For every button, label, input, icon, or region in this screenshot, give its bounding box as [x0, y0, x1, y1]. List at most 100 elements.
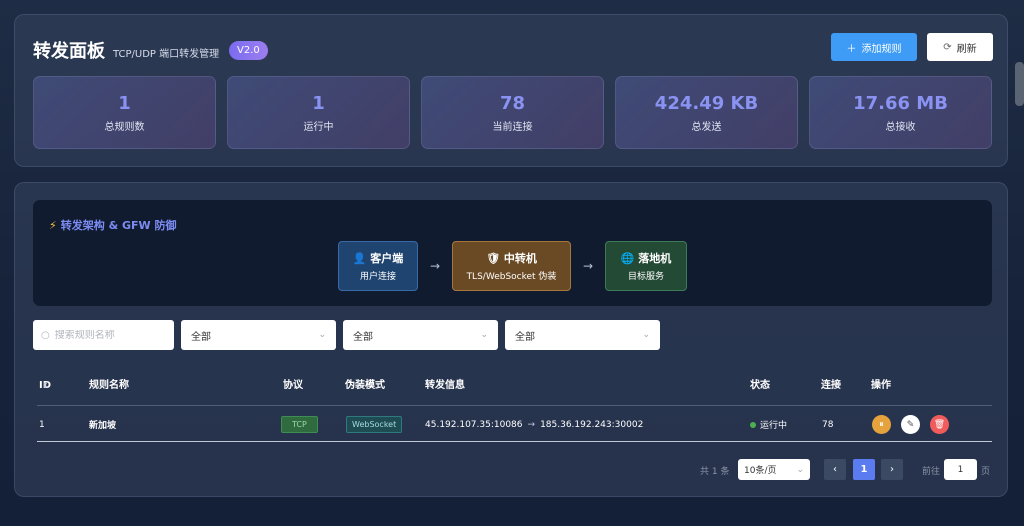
- pause-icon[interactable]: ⏸: [872, 415, 891, 434]
- add-rule-button[interactable]: ＋ 添加规则: [831, 33, 917, 61]
- cell-protocol: TCP: [281, 406, 318, 443]
- stat-label: 运行中: [303, 121, 334, 133]
- shield-icon: 🛡: [486, 252, 501, 265]
- node-client: 👤 客户端 用户连接: [338, 241, 418, 291]
- stat-value: 1: [118, 92, 131, 114]
- filter-select-2[interactable]: 全部 ⌄: [343, 320, 498, 350]
- node-landing-name: 🌐 落地机: [621, 250, 672, 266]
- node-relay-label: 中转机: [503, 252, 537, 265]
- node-landing-label: 落地机: [638, 252, 672, 265]
- goto-suffix: 页: [981, 466, 991, 477]
- next-page-button[interactable]: ›: [881, 459, 903, 480]
- cell-id: 1: [39, 419, 45, 430]
- col-header-connections: 连接: [821, 380, 841, 391]
- node-client-label: 客户端: [370, 252, 404, 265]
- page-title: 转发面板: [33, 41, 105, 62]
- cell-actions: ⏸ ✎ 🗑: [872, 406, 959, 443]
- page-subtitle: TCP/UDP 端口转发管理: [113, 49, 220, 60]
- filter-select-2-value: 全部: [353, 331, 373, 343]
- scrollbar-thumb[interactable]: [1015, 62, 1024, 106]
- goto-page-input[interactable]: [944, 459, 977, 480]
- page-number-button[interactable]: 1: [853, 459, 875, 480]
- refresh-label: 刷新: [956, 43, 977, 55]
- cell-name: 新加坡: [89, 421, 117, 431]
- chevron-down-icon: ⌄: [796, 464, 804, 475]
- stat-label: 当前连接: [492, 121, 533, 133]
- status-dot: [750, 421, 756, 428]
- architecture-title-text: 转发架构 & GFW 防御: [60, 219, 177, 232]
- globe-icon: 🌐: [620, 252, 635, 265]
- col-header-protocol: 协议: [283, 380, 303, 391]
- status-text: 运行中: [760, 421, 788, 431]
- stat-received: 17.66 MB 总接收: [809, 76, 992, 149]
- stat-total-rules: 1 总规则数: [33, 76, 216, 149]
- architecture-panel: ⚡ 转发架构 & GFW 防御 👤 客户端 用户连接 → 🛡 中转机 TLS/We…: [33, 200, 992, 306]
- version-badge: V2.0: [229, 41, 268, 60]
- pagination-total: 共 1 条: [700, 466, 730, 477]
- architecture-flow: 👤 客户端 用户连接 → 🛡 中转机 TLS/WebSocket 伪装 → 🌐 …: [338, 241, 687, 291]
- cell-connections: 78: [822, 419, 834, 430]
- header-card: 转发面板 TCP/UDP 端口转发管理 V2.0 ＋ 添加规则 ⟳ 刷新 1 总…: [14, 14, 1008, 167]
- rules-card: ⚡ 转发架构 & GFW 防御 👤 客户端 用户连接 → 🛡 中转机 TLS/We…: [14, 182, 1008, 497]
- goto-prefix: 前往: [922, 466, 941, 477]
- sort-icon[interactable]: ⇕: [42, 379, 49, 393]
- page-size-select[interactable]: 10条/页 ⌄: [738, 459, 810, 480]
- node-relay: 🛡 中转机 TLS/WebSocket 伪装: [452, 241, 571, 291]
- node-landing-desc: 目标服务: [627, 272, 664, 282]
- node-client-name: 👤 客户端: [353, 250, 404, 266]
- col-header-name: 规则名称: [89, 380, 129, 391]
- filter-select-1-value: 全部: [191, 331, 211, 343]
- cell-status: 运行中: [750, 406, 787, 443]
- stat-sent: 424.49 KB 总发送: [615, 76, 798, 149]
- cell-mode: WebSocket: [346, 406, 403, 443]
- table-header: ID ⇕ 规则名称 协议 伪装模式 转发信息 状态 连接 操作: [37, 379, 992, 405]
- filter-select-1[interactable]: 全部 ⌄: [181, 320, 336, 350]
- col-header-mode: 伪装模式: [345, 380, 385, 391]
- flow-arrow: →: [429, 259, 441, 273]
- forward-target: 185.36.192.243:30002: [540, 419, 644, 430]
- stat-running: 1 运行中: [227, 76, 410, 149]
- add-rule-label: 添加规则: [861, 43, 902, 55]
- prev-page-button[interactable]: ‹: [824, 459, 846, 480]
- stats-row: 1 总规则数 1 运行中 78 当前连接 424.49 KB 总发送 17.66…: [33, 76, 992, 149]
- search-input[interactable]: [54, 329, 165, 341]
- stat-connections: 78 当前连接: [421, 76, 604, 149]
- architecture-title: ⚡ 转发架构 & GFW 防御: [49, 217, 177, 233]
- refresh-button[interactable]: ⟳ 刷新: [927, 33, 993, 61]
- forward-source: 45.192.107.35:10086: [425, 419, 523, 430]
- search-icon: ○: [41, 329, 50, 341]
- edit-icon[interactable]: ✎: [901, 415, 920, 434]
- node-client-desc: 用户连接: [359, 272, 396, 282]
- filter-select-3[interactable]: 全部 ⌄: [505, 320, 660, 350]
- delete-icon[interactable]: 🗑: [930, 415, 949, 434]
- col-header-forward: 转发信息: [425, 380, 465, 391]
- flow-arrow: →: [582, 259, 594, 273]
- col-header-actions: 操作: [871, 380, 891, 391]
- refresh-icon: ⟳: [943, 41, 952, 53]
- cell-forward: 45.192.107.35:10086 → 185.36.192.243:300…: [425, 406, 643, 443]
- stat-value: 78: [499, 92, 526, 114]
- user-icon: 👤: [352, 252, 367, 265]
- stat-label: 总发送: [691, 121, 722, 133]
- col-header-status: 状态: [750, 380, 770, 391]
- filter-select-3-value: 全部: [515, 331, 535, 343]
- node-relay-desc: TLS/WebSocket 伪装: [466, 272, 557, 282]
- forward-arrow: →: [527, 419, 536, 430]
- search-box[interactable]: ○: [33, 320, 174, 350]
- protocol-tag: TCP: [281, 416, 318, 433]
- chevron-down-icon: ⌄: [480, 330, 488, 340]
- node-relay-name: 🛡 中转机: [486, 250, 537, 266]
- node-landing: 🌐 落地机 目标服务: [605, 241, 687, 291]
- plus-icon: ＋: [846, 43, 857, 55]
- stat-value: 1: [312, 92, 325, 114]
- page-size-value: 10条/页: [744, 466, 777, 476]
- chevron-down-icon: ⌄: [642, 330, 650, 340]
- mode-tag: WebSocket: [346, 416, 403, 433]
- stat-label: 总规则数: [104, 121, 145, 133]
- chevron-down-icon: ⌄: [318, 330, 326, 340]
- stat-value: 17.66 MB: [853, 92, 948, 114]
- stat-value: 424.49 KB: [654, 92, 759, 114]
- table-row[interactable]: 1 新加坡 TCP WebSocket 45.192.107.35:10086 …: [37, 405, 992, 442]
- stat-label: 总接收: [885, 121, 916, 133]
- lightning-icon: ⚡: [49, 219, 57, 232]
